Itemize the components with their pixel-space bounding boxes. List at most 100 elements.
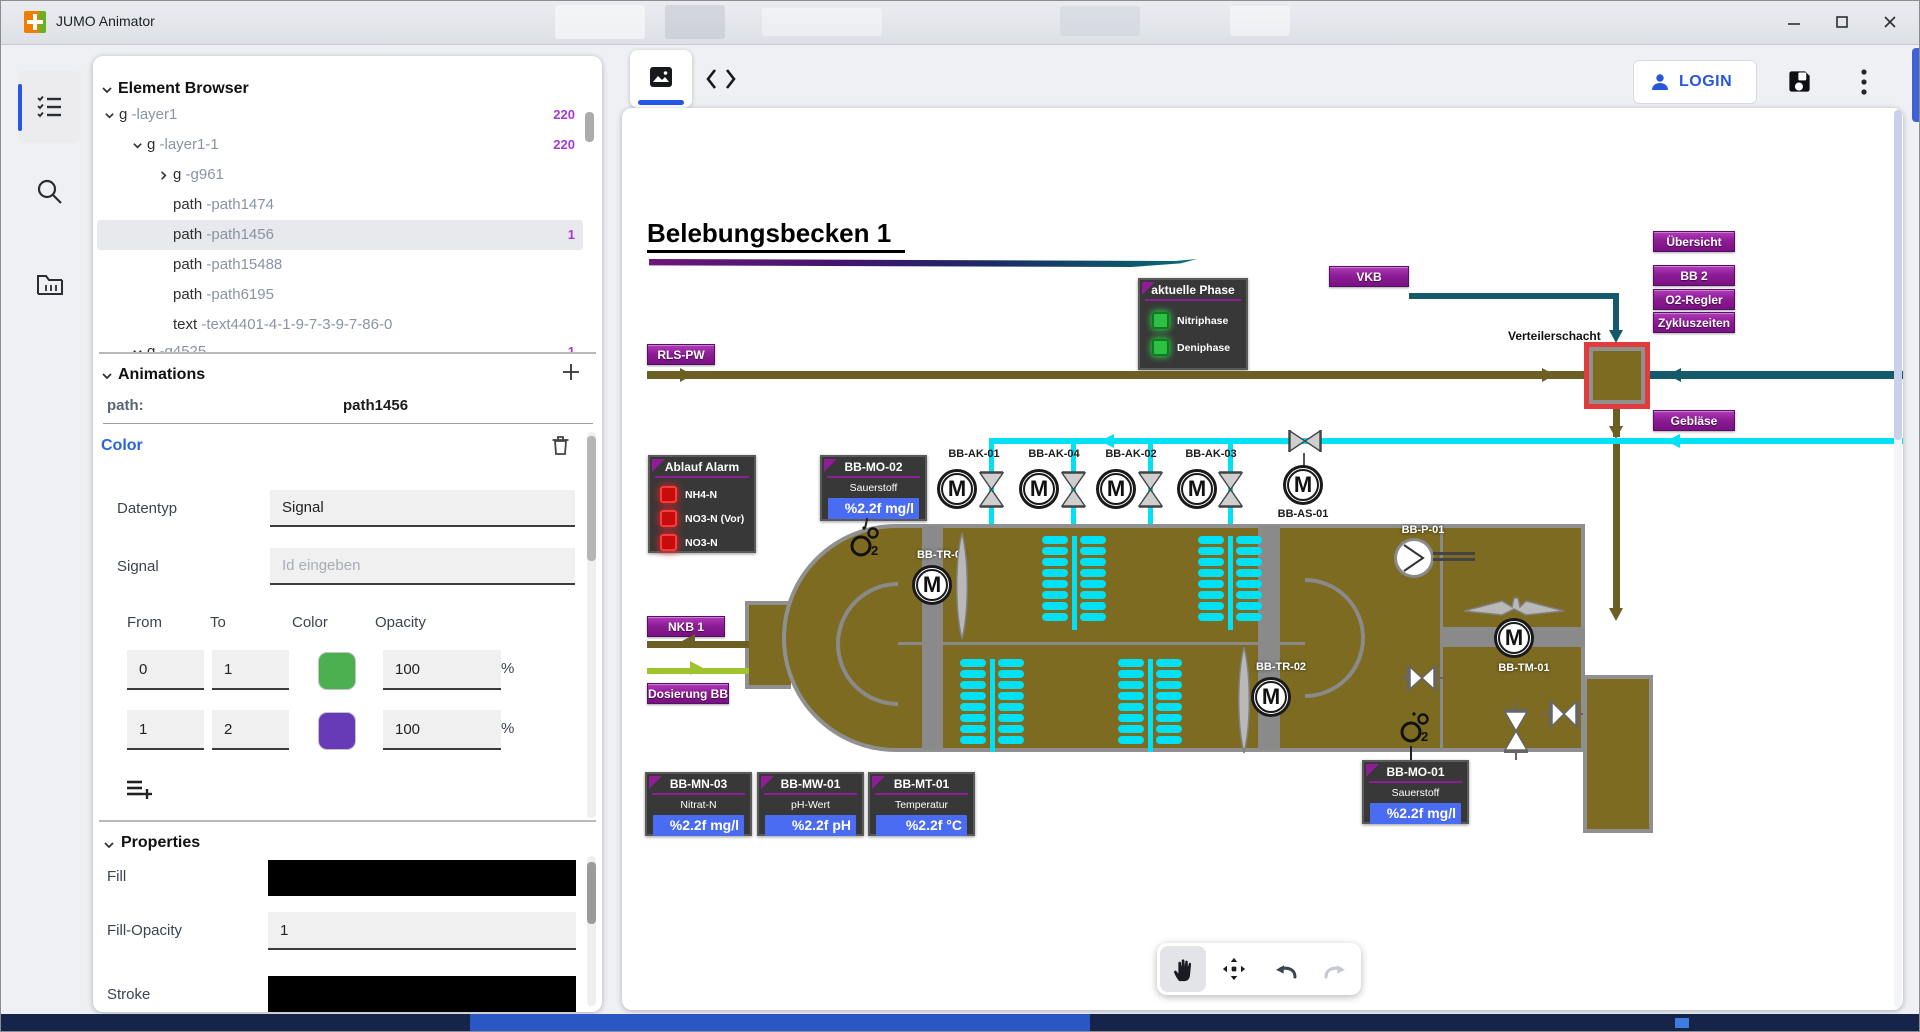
color-swatch[interactable]: [318, 652, 356, 690]
sidebar-item-elements[interactable]: [18, 71, 80, 143]
sidebar-item-search[interactable]: [28, 170, 72, 214]
tree-item-selected[interactable]: path -path1456 1: [97, 220, 583, 250]
valve-icon[interactable]: [1060, 471, 1087, 508]
pump-icon[interactable]: [1393, 537, 1435, 579]
motor-symbol[interactable]: M: [1177, 469, 1217, 509]
login-button[interactable]: LOGIN: [1633, 60, 1757, 104]
tree-item[interactable]: path -path6195: [97, 280, 583, 310]
valve-icon[interactable]: [1137, 471, 1164, 508]
add-row-button[interactable]: [125, 778, 153, 805]
meter-id: BB-MO-02: [822, 460, 925, 474]
pipe-air-manifold: [989, 438, 1903, 444]
chevron-down-icon[interactable]: [104, 110, 115, 121]
alarm-item: NH4-N: [660, 486, 754, 503]
tree-item[interactable]: text -text4401-4-1-9-7-3-9-7-86-0: [97, 310, 583, 340]
nav-button-geblaese[interactable]: Gebläse: [1653, 410, 1735, 431]
save-button[interactable]: [1786, 68, 1813, 100]
redo-button[interactable]: [1313, 946, 1359, 992]
nav-button-rls-pw[interactable]: RLS-PW: [647, 344, 715, 365]
from-input[interactable]: [127, 710, 204, 750]
valve-icon[interactable]: [1288, 429, 1322, 453]
delete-animation-button[interactable]: [551, 435, 570, 461]
motor-symbol[interactable]: M: [912, 565, 952, 605]
chevron-right-icon[interactable]: [158, 170, 169, 181]
color-swatch[interactable]: [318, 712, 356, 750]
signal-input[interactable]: [270, 548, 575, 585]
motor-symbol[interactable]: M: [1096, 469, 1136, 509]
kebab-menu-icon: [1858, 68, 1870, 96]
canvas-scrollbar-thumb[interactable]: [1894, 110, 1902, 440]
opacity-input[interactable]: [383, 710, 501, 750]
chevron-down-icon[interactable]: [101, 370, 113, 382]
tree-item[interactable]: g -g4525 1: [97, 337, 583, 352]
stroke-color-field[interactable]: [268, 976, 576, 1012]
tree-item[interactable]: g -g961: [97, 160, 583, 190]
tree-scrollbar[interactable]: [585, 112, 594, 142]
opacity-input[interactable]: [383, 650, 501, 690]
properties-scrollbar-thumb[interactable]: [587, 862, 596, 924]
titlebar-ghost: [665, 5, 725, 39]
valve-icon[interactable]: [1502, 702, 1530, 760]
alarm-item: NO3-N (Vor): [660, 510, 754, 527]
valve-icon[interactable]: [1217, 471, 1244, 508]
diagram-canvas[interactable]: Belebungsbecken 1 aktuelle Phase Nitriph…: [622, 108, 1903, 1010]
sidebar-active-indicator: [18, 84, 22, 131]
move-tool-button[interactable]: [1211, 946, 1257, 992]
tree-item[interactable]: path -path1474: [97, 190, 583, 220]
animation-rule-color[interactable]: Color: [101, 437, 143, 455]
add-animation-button[interactable]: [561, 358, 581, 389]
minimize-button[interactable]: [1772, 6, 1816, 38]
motor-symbol[interactable]: M: [1283, 465, 1323, 505]
meter-bb-mo-02: BB-MO-02 Sauerstoff %2.2f mg/l: [820, 455, 927, 521]
from-input[interactable]: [127, 650, 204, 690]
motor-symbol[interactable]: M: [1251, 677, 1291, 717]
element-count-badge: 1: [568, 337, 575, 352]
flow-arrow: [1609, 608, 1623, 621]
selected-element-highlight[interactable]: [1584, 342, 1650, 409]
tab-designer[interactable]: [630, 50, 692, 108]
valve-icon[interactable]: [1401, 664, 1443, 692]
undo-button[interactable]: [1262, 946, 1308, 992]
flow-arrow: [680, 368, 693, 382]
window-scrollbar-accent[interactable]: [1912, 48, 1920, 122]
chevron-down-icon[interactable]: [103, 839, 115, 851]
nav-button-bb2[interactable]: BB 2: [1653, 265, 1735, 286]
tree-item[interactable]: path -path15488: [97, 250, 583, 280]
col-to: To: [210, 614, 226, 631]
left-panel: Element Browser g -layer1 220 g -layer1-…: [93, 56, 602, 1012]
fill-color-field[interactable]: [268, 860, 576, 896]
titlebar-ghost: [762, 8, 882, 36]
tree-item[interactable]: g -layer1-1 220: [97, 130, 583, 160]
motor-symbol[interactable]: M: [1019, 469, 1059, 509]
device-label: BB-P-01: [1383, 524, 1463, 536]
nav-button-zykluszeiten[interactable]: Zykluszeiten: [1653, 312, 1735, 333]
motor-symbol[interactable]: M: [937, 469, 977, 509]
maximize-button[interactable]: [1820, 6, 1864, 38]
flow-arrow: [1666, 434, 1680, 448]
code-view-button[interactable]: [706, 66, 736, 97]
menu-button[interactable]: [1858, 68, 1870, 101]
animations-scrollbar-thumb[interactable]: [587, 436, 596, 561]
meter-id: BB-MN-03: [647, 777, 750, 791]
to-input[interactable]: [212, 710, 289, 750]
motor-symbol[interactable]: M: [1494, 618, 1534, 658]
diffuser-grid: [1198, 536, 1262, 630]
datentyp-select[interactable]: Signal: [270, 490, 575, 527]
device-label: BB-AK-01: [934, 448, 1014, 460]
valve-icon[interactable]: [978, 471, 1005, 508]
nav-button-vkb[interactable]: VKB: [1329, 266, 1409, 287]
pan-tool-button[interactable]: [1160, 946, 1206, 992]
close-button[interactable]: [1868, 6, 1912, 38]
chevron-down-icon[interactable]: [132, 140, 143, 151]
nav-button-uebersicht[interactable]: Übersicht: [1653, 231, 1735, 252]
sidebar-item-library[interactable]: [28, 262, 72, 306]
nav-button-dosierung-bb[interactable]: Dosierung BB: [647, 683, 729, 704]
titlebar-ghost: [1060, 6, 1140, 36]
to-input[interactable]: [212, 650, 289, 690]
fill-opacity-input[interactable]: [268, 912, 576, 950]
valve-icon[interactable]: [1543, 698, 1585, 730]
element-browser-title: Element Browser: [118, 80, 249, 98]
nav-button-o2-regler[interactable]: O2-Regler: [1653, 289, 1735, 310]
tree-item[interactable]: g -layer1 220: [97, 100, 583, 130]
chevron-down-icon[interactable]: [101, 84, 113, 96]
